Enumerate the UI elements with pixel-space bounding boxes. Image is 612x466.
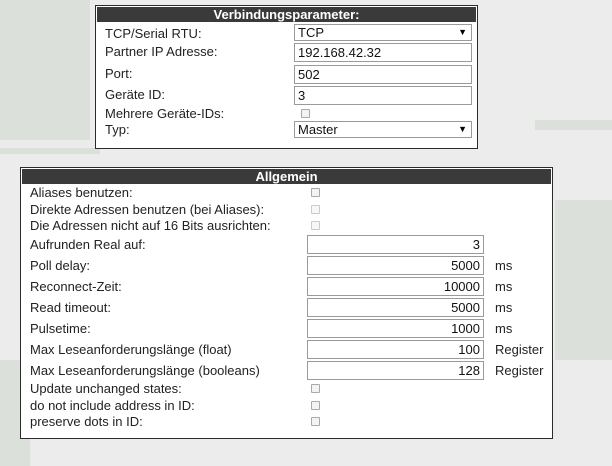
max-float-input[interactable]: 100 (307, 340, 484, 359)
round-real-row: Aufrunden Real auf: 3 (21, 235, 552, 255)
type-select[interactable]: Master ▼ (294, 121, 472, 138)
tcp-serial-select[interactable]: TCP ▼ (294, 24, 472, 41)
round-real-input[interactable]: 3 (307, 235, 484, 254)
direct-addresses-checkbox[interactable] (311, 205, 320, 214)
reconnect-input[interactable]: 10000 (307, 277, 484, 296)
poll-delay-label: Poll delay: (30, 258, 90, 273)
type-row: Typ: Master ▼ (96, 121, 477, 141)
multi-ids-checkbox[interactable] (301, 109, 310, 118)
round-real-label: Aufrunden Real auf: (30, 237, 146, 252)
update-unchanged-label: Update unchanged states: (30, 381, 182, 396)
connection-panel-title: Verbindungsparameter: (97, 7, 476, 22)
device-id-row: Geräte ID: 3 (96, 85, 477, 105)
use-aliases-label: Aliases benutzen: (30, 185, 133, 200)
tcp-serial-label: TCP/Serial RTU: (105, 26, 202, 41)
port-input[interactable]: 502 (294, 65, 472, 84)
general-panel-title: Allgemein (22, 169, 551, 184)
multi-ids-label: Mehrere Geräte-IDs: (105, 106, 225, 121)
partner-ip-label: Partner IP Adresse: (105, 44, 218, 59)
max-bool-input[interactable]: 128 (307, 361, 484, 380)
pulsetime-label: Pulsetime: (30, 321, 91, 336)
reconnect-row: Reconnect-Zeit: 10000 ms (21, 277, 552, 297)
max-bool-unit: Register (495, 363, 544, 378)
background-device-shape (555, 200, 612, 360)
preserve-dots-label: preserve dots in ID: (30, 414, 143, 429)
tcp-serial-row: TCP/Serial RTU: TCP ▼ (96, 24, 477, 44)
chevron-down-icon: ▼ (458, 27, 467, 37)
no-address-label: do not include address in ID: (30, 398, 195, 413)
port-row: Port: 502 (96, 64, 477, 84)
max-float-label: Max Leseanforderungslänge (float) (30, 342, 232, 357)
max-bool-row: Max Leseanforderungslänge (booleans) 128… (21, 361, 552, 381)
partner-ip-row: Partner IP Adresse: 192.168.42.32 (96, 43, 477, 63)
preserve-dots-row: preserve dots in ID: (21, 414, 552, 434)
type-value: Master (298, 122, 338, 137)
pulsetime-row: Pulsetime: 1000 ms (21, 319, 552, 339)
preserve-dots-checkbox[interactable] (311, 417, 320, 426)
read-timeout-row: Read timeout: 5000 ms (21, 298, 552, 318)
poll-delay-row: Poll delay: 5000 ms (21, 256, 552, 276)
read-timeout-label: Read timeout: (30, 300, 111, 315)
general-panel: Allgemein Aliases benutzen: Direkte Adre… (20, 167, 553, 439)
tcp-serial-value: TCP (298, 25, 324, 40)
max-bool-label: Max Leseanforderungslänge (booleans) (30, 363, 260, 378)
use-aliases-checkbox[interactable] (311, 188, 320, 197)
reconnect-unit: ms (495, 279, 513, 294)
update-unchanged-checkbox[interactable] (311, 384, 320, 393)
type-label: Typ: (105, 122, 130, 137)
device-id-input[interactable]: 3 (294, 86, 472, 105)
chevron-down-icon: ▼ (458, 124, 467, 134)
background-line (535, 120, 612, 130)
align16-checkbox[interactable] (311, 221, 320, 230)
reconnect-label: Reconnect-Zeit: (30, 279, 122, 294)
max-float-unit: Register (495, 342, 544, 357)
direct-addresses-label: Direkte Adressen benutzen (bei Aliases): (30, 202, 265, 217)
max-float-row: Max Leseanforderungslänge (float) 100 Re… (21, 340, 552, 360)
pulsetime-input[interactable]: 1000 (307, 319, 484, 338)
device-id-label: Geräte ID: (105, 87, 165, 102)
port-label: Port: (105, 66, 133, 81)
align16-label: Die Adressen nicht auf 16 Bits ausrichte… (30, 218, 271, 233)
read-timeout-input[interactable]: 5000 (307, 298, 484, 317)
read-timeout-unit: ms (495, 300, 513, 315)
no-address-checkbox[interactable] (311, 401, 320, 410)
connection-panel: Verbindungsparameter: TCP/Serial RTU: TC… (95, 5, 478, 149)
poll-delay-input[interactable]: 5000 (307, 256, 484, 275)
pulsetime-unit: ms (495, 321, 513, 336)
background-line (0, 148, 100, 154)
background-device-shape (0, 0, 90, 140)
partner-ip-input[interactable]: 192.168.42.32 (294, 43, 472, 62)
poll-delay-unit: ms (495, 258, 513, 273)
